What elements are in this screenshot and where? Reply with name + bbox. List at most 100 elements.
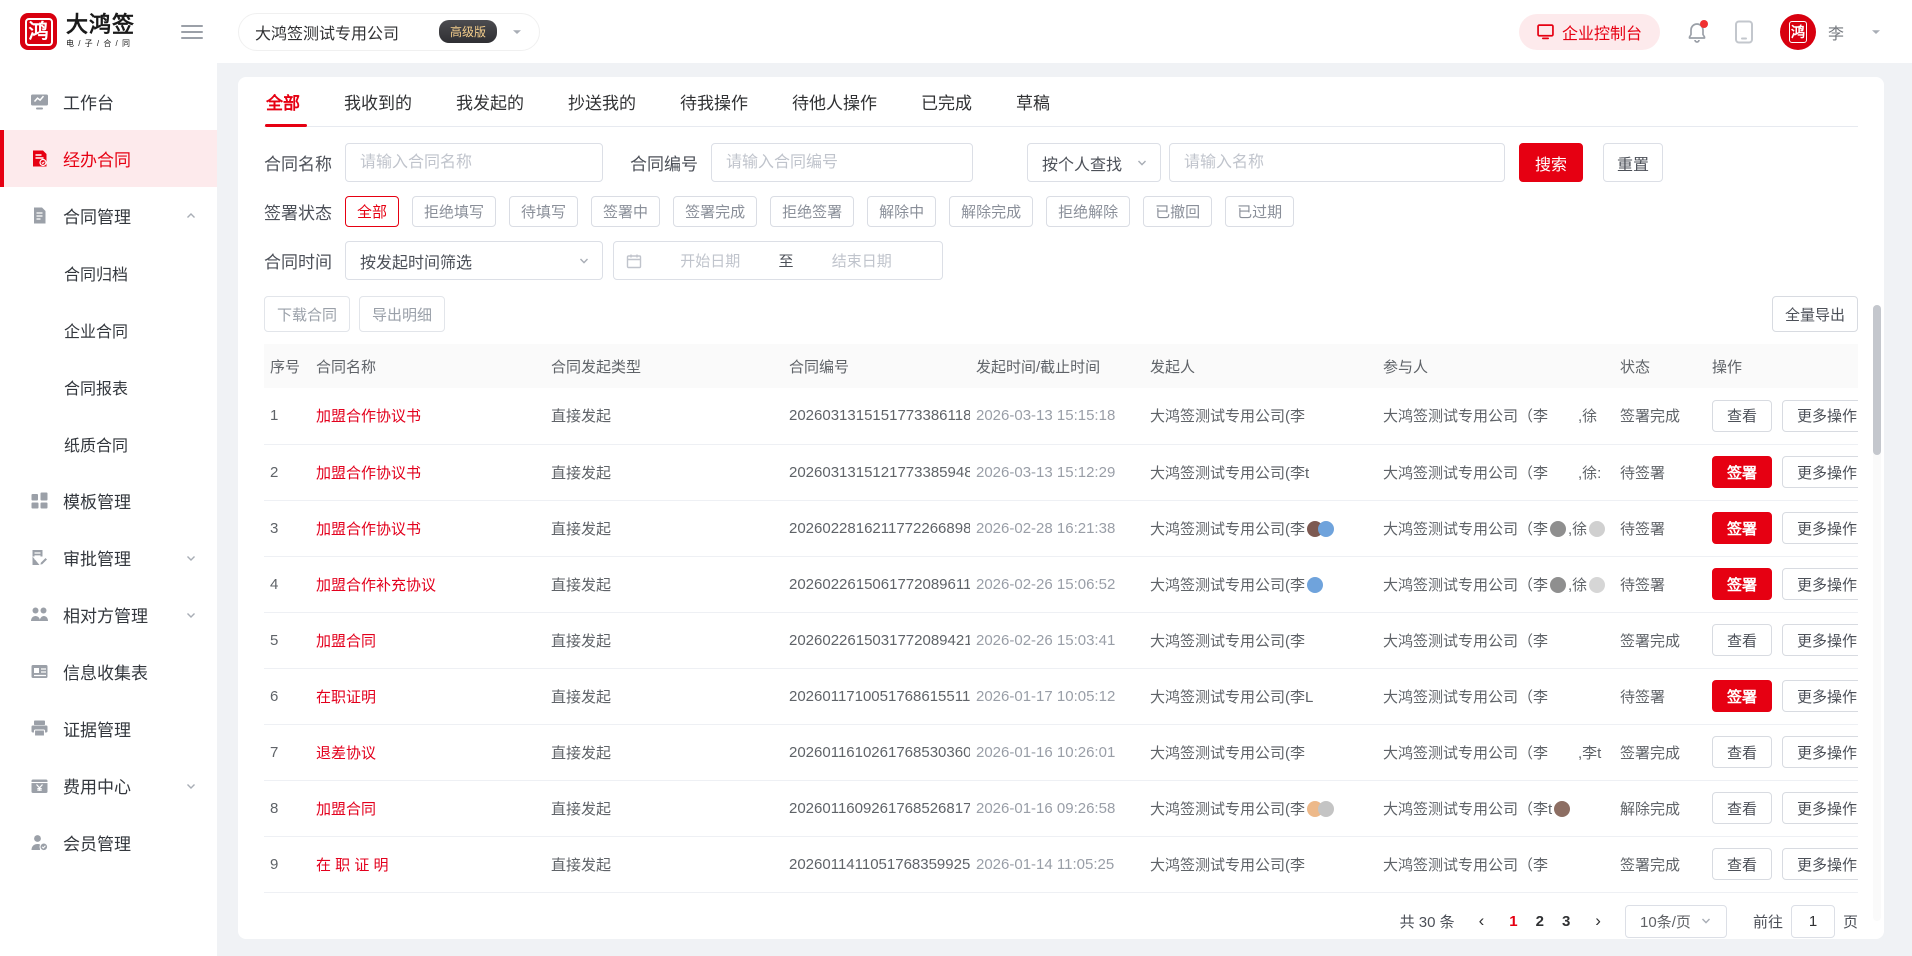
download-contracts-button[interactable]: 下载合同 <box>264 296 350 332</box>
view-button[interactable]: 查看 <box>1712 848 1772 880</box>
tab-待我操作[interactable]: 待我操作 <box>658 77 770 126</box>
status-pill-已过期[interactable]: 已过期 <box>1225 196 1294 227</box>
contract-name-link[interactable]: 加盟合同 <box>316 633 376 650</box>
sidebar-item-info-collection[interactable]: 信息收集表 <box>0 643 217 700</box>
page-number-2[interactable]: 2 <box>1527 913 1553 930</box>
contract-name-link[interactable]: 加盟合作补充协议 <box>316 577 436 594</box>
contract-name-link[interactable]: 在职证明 <box>316 689 376 706</box>
search-button[interactable]: 搜索 <box>1519 143 1583 182</box>
sidebar-item-evidence-management[interactable]: 证据管理 <box>0 700 217 757</box>
more-actions-button[interactable]: 更多操作 <box>1782 680 1858 712</box>
status-pill-全部[interactable]: 全部 <box>345 196 399 227</box>
status-pill-已撤回[interactable]: 已撤回 <box>1143 196 1212 227</box>
more-actions-button[interactable]: 更多操作 <box>1782 456 1858 488</box>
status-pill-解除完成[interactable]: 解除完成 <box>949 196 1033 227</box>
sidebar-subitem-合同归档[interactable]: 合同归档 <box>0 244 217 301</box>
more-actions-button[interactable]: 更多操作 <box>1782 568 1858 600</box>
action-buttons: 签署更多操作 <box>1712 512 1852 544</box>
contract-name-link[interactable]: 退差协议 <box>316 745 376 762</box>
status-pill-签署中[interactable]: 签署中 <box>591 196 660 227</box>
sign-button[interactable]: 签署 <box>1712 680 1772 712</box>
sign-button[interactable]: 签署 <box>1712 456 1772 488</box>
contract-name-link[interactable]: 加盟合作协议书 <box>316 465 421 482</box>
person-name-input[interactable] <box>1169 143 1505 182</box>
export-all-button[interactable]: 全量导出 <box>1772 296 1858 332</box>
status-pill-拒绝填写[interactable]: 拒绝填写 <box>412 196 496 227</box>
action-buttons: 签署更多操作 <box>1712 680 1852 712</box>
page-number-3[interactable]: 3 <box>1553 913 1579 930</box>
tab-草稿[interactable]: 草稿 <box>994 77 1072 126</box>
view-button[interactable]: 查看 <box>1712 792 1772 824</box>
more-actions-button[interactable]: 更多操作 <box>1782 792 1858 824</box>
sign-button[interactable]: 签署 <box>1712 512 1772 544</box>
view-button[interactable]: 查看 <box>1712 736 1772 768</box>
status-pill-拒绝签署[interactable]: 拒绝签署 <box>770 196 854 227</box>
sidebar-item-contract-management[interactable]: 合同管理 <box>0 187 217 244</box>
status-pill-解除中[interactable]: 解除中 <box>867 196 936 227</box>
export-detail-button[interactable]: 导出明细 <box>359 296 445 332</box>
cell-contract-number: 2026031315121773385948555855 <box>783 444 970 500</box>
status-pill-签署完成[interactable]: 签署完成 <box>673 196 757 227</box>
sidebar-subitem-企业合同[interactable]: 企业合同 <box>0 301 217 358</box>
sidebar-item-member-management[interactable]: 会员管理 <box>0 814 217 871</box>
page-number-1[interactable]: 1 <box>1500 913 1526 930</box>
view-button[interactable]: 查看 <box>1712 624 1772 656</box>
user-avatar[interactable]: 鸿 <box>1780 14 1816 50</box>
contract-name-input[interactable] <box>345 143 603 182</box>
tab-待他人操作[interactable]: 待他人操作 <box>770 77 899 126</box>
device-icon[interactable] <box>1734 20 1754 44</box>
sidebar-item-counterparty-management[interactable]: 相对方管理 <box>0 586 217 643</box>
scrollbar-thumb[interactable] <box>1873 305 1881 455</box>
tab-我收到的[interactable]: 我收到的 <box>322 77 434 126</box>
person-search-select[interactable]: 按个人查找 <box>1027 143 1161 182</box>
company-selector[interactable]: 大鸿签测试专用公司 高级版 <box>238 13 540 51</box>
prev-page-button[interactable]: ‹ <box>1473 911 1491 931</box>
end-date-placeholder[interactable]: 结束日期 <box>794 250 931 271</box>
cell-participants: 大鸿签测试专用公司（李,徐 <box>1377 500 1614 556</box>
date-range-picker[interactable]: 开始日期 至 结束日期 <box>613 241 943 280</box>
contract-name-link[interactable]: 加盟合同 <box>316 801 376 818</box>
more-actions-button[interactable]: 更多操作 <box>1782 848 1858 880</box>
reset-button[interactable]: 重置 <box>1603 143 1663 182</box>
time-filter-select[interactable]: 按发起时间筛选 <box>345 241 603 280</box>
next-page-button[interactable]: › <box>1589 911 1607 931</box>
goto-page-input[interactable] <box>1791 905 1835 938</box>
user-menu-chevron-icon[interactable] <box>1870 26 1882 38</box>
sign-button[interactable]: 签署 <box>1712 568 1772 600</box>
sidebar-collapse-icon[interactable] <box>181 17 203 47</box>
more-actions-button[interactable]: 更多操作 <box>1782 400 1858 432</box>
tab-我发起的[interactable]: 我发起的 <box>434 77 546 126</box>
page-size-select[interactable]: 10条/页 <box>1625 905 1727 938</box>
column-header-操作: 操作 <box>1706 344 1858 388</box>
enterprise-console-button[interactable]: 企业控制台 <box>1519 14 1660 50</box>
sidebar-item-workbench[interactable]: 工作台 <box>0 73 217 130</box>
tab-已完成[interactable]: 已完成 <box>899 77 994 126</box>
cell-index: 5 <box>264 612 310 668</box>
contract-name-link[interactable]: 加盟合作协议书 <box>316 408 421 425</box>
sidebar-item-template-management[interactable]: 模板管理 <box>0 472 217 529</box>
cell-initiator: 大鸿签测试专用公司(李L <box>1144 668 1377 724</box>
sidebar-item-handled-contracts[interactable]: 经办合同 <box>0 130 217 187</box>
tab-抄送我的[interactable]: 抄送我的 <box>546 77 658 126</box>
contract-name-link[interactable]: 在 职 证 明 <box>316 857 389 874</box>
more-actions-label: 更多操作 <box>1797 854 1857 875</box>
more-actions-button[interactable]: 更多操作 <box>1782 512 1858 544</box>
tab-全部[interactable]: 全部 <box>264 77 322 126</box>
sidebar-item-approval-management[interactable]: 审批管理 <box>0 529 217 586</box>
vertical-scrollbar[interactable] <box>1873 305 1881 921</box>
notification-bell-icon[interactable] <box>1686 21 1708 43</box>
sidebar-item-billing-center[interactable]: 费用中心 <box>0 757 217 814</box>
status-pill-待填写[interactable]: 待填写 <box>509 196 578 227</box>
party-text: 大鸿签测试专用公司(李 <box>1150 577 1305 594</box>
sidebar-subitem-合同报表[interactable]: 合同报表 <box>0 358 217 415</box>
sidebar-subitem-纸质合同[interactable]: 纸质合同 <box>0 415 217 472</box>
more-actions-button[interactable]: 更多操作 <box>1782 624 1858 656</box>
more-actions-button[interactable]: 更多操作 <box>1782 736 1858 768</box>
contract-number-input[interactable] <box>711 143 973 182</box>
contract-name-link[interactable]: 加盟合作协议书 <box>316 521 421 538</box>
member-icon <box>30 833 49 852</box>
view-button[interactable]: 查看 <box>1712 400 1772 432</box>
action-buttons: 查看更多操作 <box>1712 400 1852 432</box>
status-pill-拒绝解除[interactable]: 拒绝解除 <box>1046 196 1130 227</box>
start-date-placeholder[interactable]: 开始日期 <box>642 250 779 271</box>
